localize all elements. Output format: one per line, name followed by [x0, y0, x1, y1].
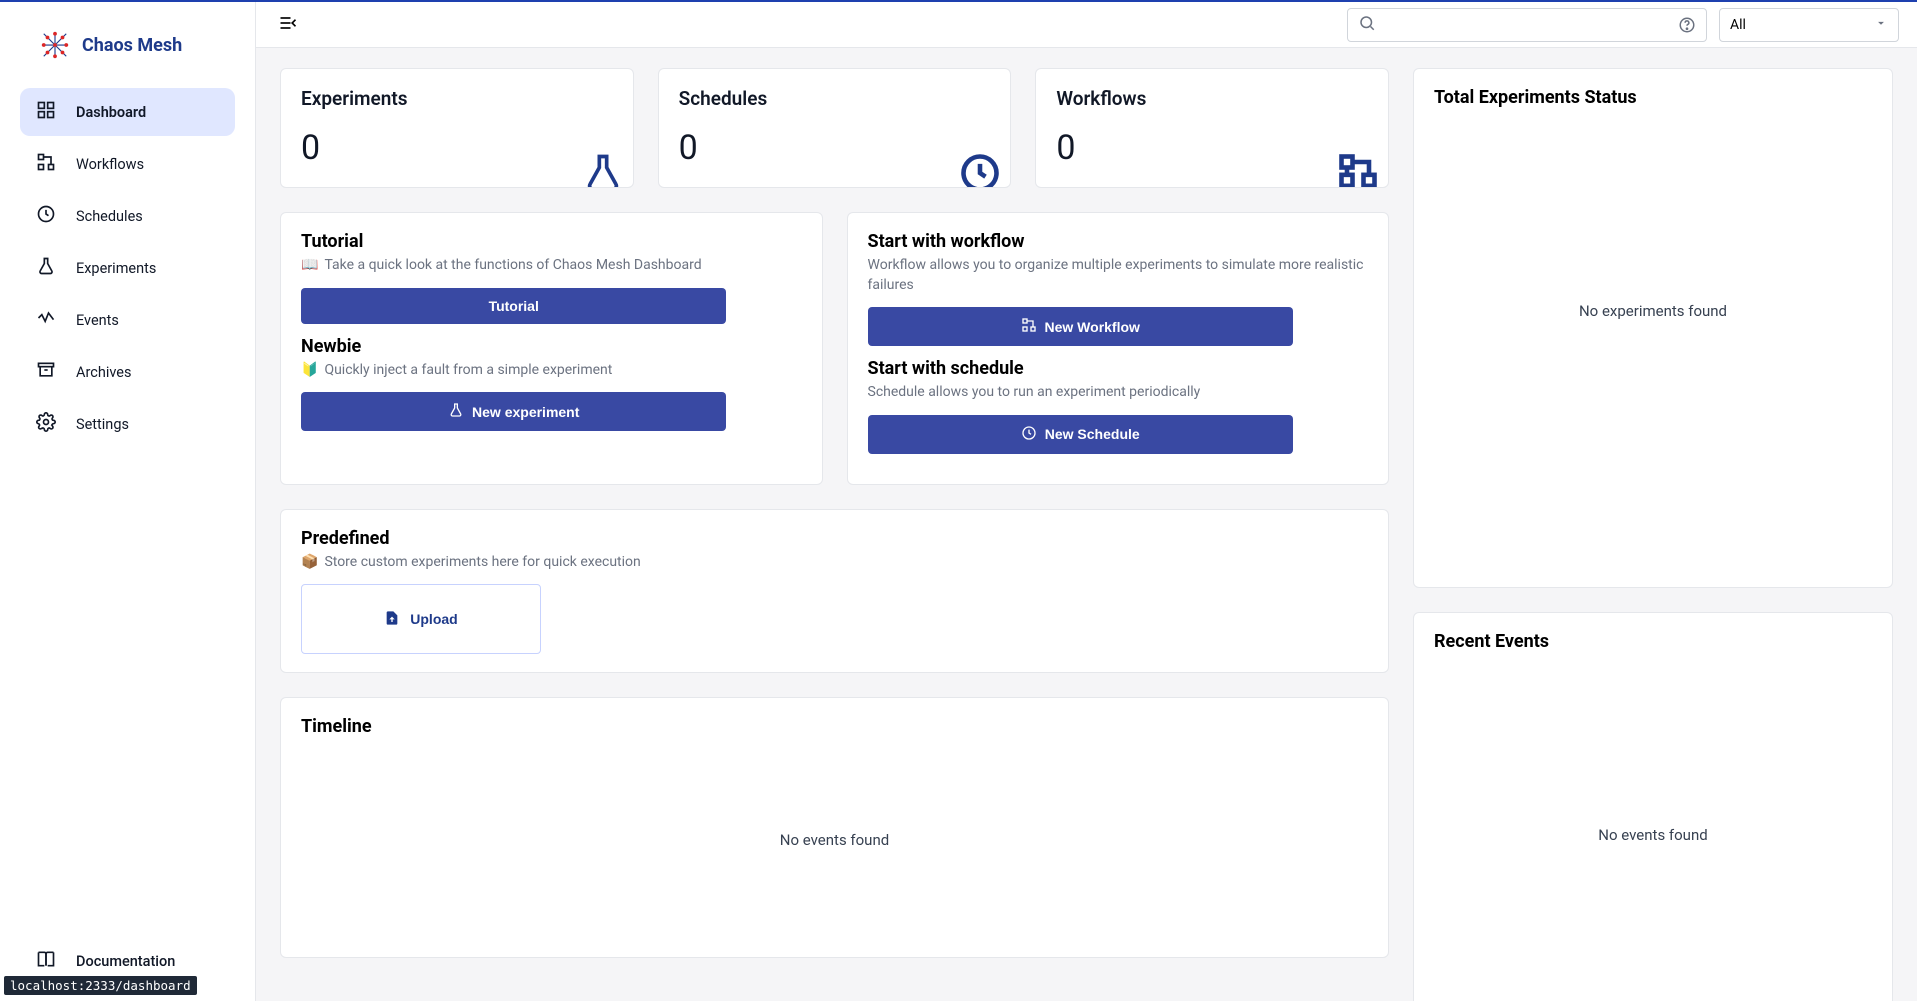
clock-icon	[1021, 425, 1037, 444]
namespace-selected-value: All	[1730, 17, 1746, 33]
tutorial-desc: Take a quick look at the functions of Ch…	[324, 256, 701, 276]
predefined-card: Predefined 📦 Store custom experiments he…	[280, 509, 1389, 674]
workflow-icon	[1336, 151, 1380, 188]
stat-value: 0	[1056, 128, 1368, 168]
stat-card-schedules[interactable]: Schedules 0	[658, 68, 1012, 188]
upload-button[interactable]: Upload	[301, 584, 541, 654]
nav: Dashboard Workflows Schedules Experiment…	[0, 80, 255, 929]
sidebar-item-label: Schedules	[76, 208, 143, 225]
sidebar-item-experiments[interactable]: Experiments	[20, 244, 235, 292]
recent-events-card: Recent Events No events found	[1413, 612, 1893, 1001]
new-experiment-button[interactable]: New experiment	[301, 392, 726, 431]
chaos-mesh-logo-icon	[40, 30, 70, 60]
button-label: New Schedule	[1045, 426, 1140, 442]
menu-collapse-icon	[278, 13, 298, 36]
sidebar-item-label: Dashboard	[76, 104, 146, 121]
brand-title: Chaos Mesh	[82, 35, 182, 56]
newbie-desc: Quickly inject a fault from a simple exp…	[324, 361, 612, 381]
status-card: Total Experiments Status No experiments …	[1413, 68, 1893, 588]
sidebar-item-label: Workflows	[76, 156, 144, 173]
book-emoji-icon: 📖	[301, 256, 318, 276]
new-workflow-button[interactable]: New Workflow	[868, 307, 1293, 346]
tutorial-button[interactable]: Tutorial	[301, 288, 726, 324]
newbie-title: Newbie	[301, 336, 802, 357]
clock-icon	[958, 151, 1002, 188]
schedule-title: Start with schedule	[868, 358, 1369, 379]
predefined-desc: Store custom experiments here for quick …	[324, 553, 640, 573]
upload-icon	[384, 610, 400, 629]
sidebar-item-archives[interactable]: Archives	[20, 348, 235, 396]
brand: Chaos Mesh	[0, 2, 255, 80]
status-tooltip: localhost:2333/dashboard	[4, 976, 197, 995]
button-label: New experiment	[472, 404, 579, 420]
sidebar-item-label: Archives	[76, 364, 131, 381]
workflow-title: Start with workflow	[868, 231, 1369, 252]
activity-icon	[36, 308, 56, 332]
stat-value: 0	[301, 128, 613, 168]
main: All Experiments 0	[256, 2, 1917, 1001]
sidebar-item-label: Settings	[76, 416, 129, 433]
book-icon	[36, 949, 56, 973]
sidebar-item-dashboard[interactable]: Dashboard	[20, 88, 235, 136]
workflow-icon	[1021, 317, 1037, 336]
quickstart-card-right: Start with workflow Workflow allows you …	[847, 212, 1390, 485]
workflow-desc: Workflow allows you to organize multiple…	[868, 256, 1369, 295]
button-label: Upload	[410, 611, 457, 627]
sidebar-item-workflows[interactable]: Workflows	[20, 140, 235, 188]
predefined-title: Predefined	[301, 528, 1368, 549]
chevron-down-icon	[1874, 16, 1888, 34]
sidebar-item-label: Events	[76, 312, 119, 329]
workflow-icon	[36, 152, 56, 176]
stat-label: Schedules	[679, 87, 991, 110]
beginner-emoji-icon: 🔰	[301, 361, 318, 381]
namespace-select[interactable]: All	[1719, 8, 1899, 42]
sidebar-item-label: Documentation	[76, 953, 175, 970]
help-icon[interactable]	[1678, 16, 1696, 34]
archive-icon	[36, 360, 56, 384]
new-schedule-button[interactable]: New Schedule	[868, 415, 1293, 454]
sidebar: Chaos Mesh Dashboard Workflows Schedules	[0, 2, 256, 1001]
flask-icon	[36, 256, 56, 280]
stat-card-experiments[interactable]: Experiments 0	[280, 68, 634, 188]
timeline-title: Timeline	[301, 716, 1368, 737]
button-label: Tutorial	[489, 298, 539, 314]
gear-icon	[36, 412, 56, 436]
flask-icon	[448, 402, 464, 421]
status-title: Total Experiments Status	[1434, 87, 1872, 108]
tutorial-title: Tutorial	[301, 231, 802, 252]
stat-label: Experiments	[301, 87, 613, 110]
search-icon	[1358, 14, 1376, 36]
button-label: New Workflow	[1045, 319, 1140, 335]
sidebar-item-settings[interactable]: Settings	[20, 400, 235, 448]
dashboard-icon	[36, 100, 56, 124]
search-box[interactable]	[1347, 8, 1707, 42]
search-input[interactable]	[1384, 9, 1670, 41]
stat-label: Workflows	[1056, 87, 1368, 110]
collapse-sidebar-button[interactable]	[274, 11, 302, 39]
recent-events-title: Recent Events	[1434, 631, 1872, 652]
sidebar-item-events[interactable]: Events	[20, 296, 235, 344]
status-empty: No experiments found	[1434, 112, 1872, 510]
timeline-empty: No events found	[301, 741, 1368, 939]
stat-value: 0	[679, 128, 991, 168]
sidebar-item-schedules[interactable]: Schedules	[20, 192, 235, 240]
sidebar-item-label: Experiments	[76, 260, 156, 277]
schedule-desc: Schedule allows you to run an experiment…	[868, 383, 1201, 403]
recent-events-empty: No events found	[1434, 656, 1872, 1001]
quickstart-card-left: Tutorial 📖 Take a quick look at the func…	[280, 212, 823, 485]
stat-card-workflows[interactable]: Workflows 0	[1035, 68, 1389, 188]
flask-icon	[581, 151, 625, 188]
timeline-card: Timeline No events found	[280, 697, 1389, 958]
topbar: All	[256, 2, 1917, 48]
package-emoji-icon: 📦	[301, 553, 318, 573]
clock-icon	[36, 204, 56, 228]
content: Experiments 0 Schedules 0	[256, 48, 1917, 1001]
